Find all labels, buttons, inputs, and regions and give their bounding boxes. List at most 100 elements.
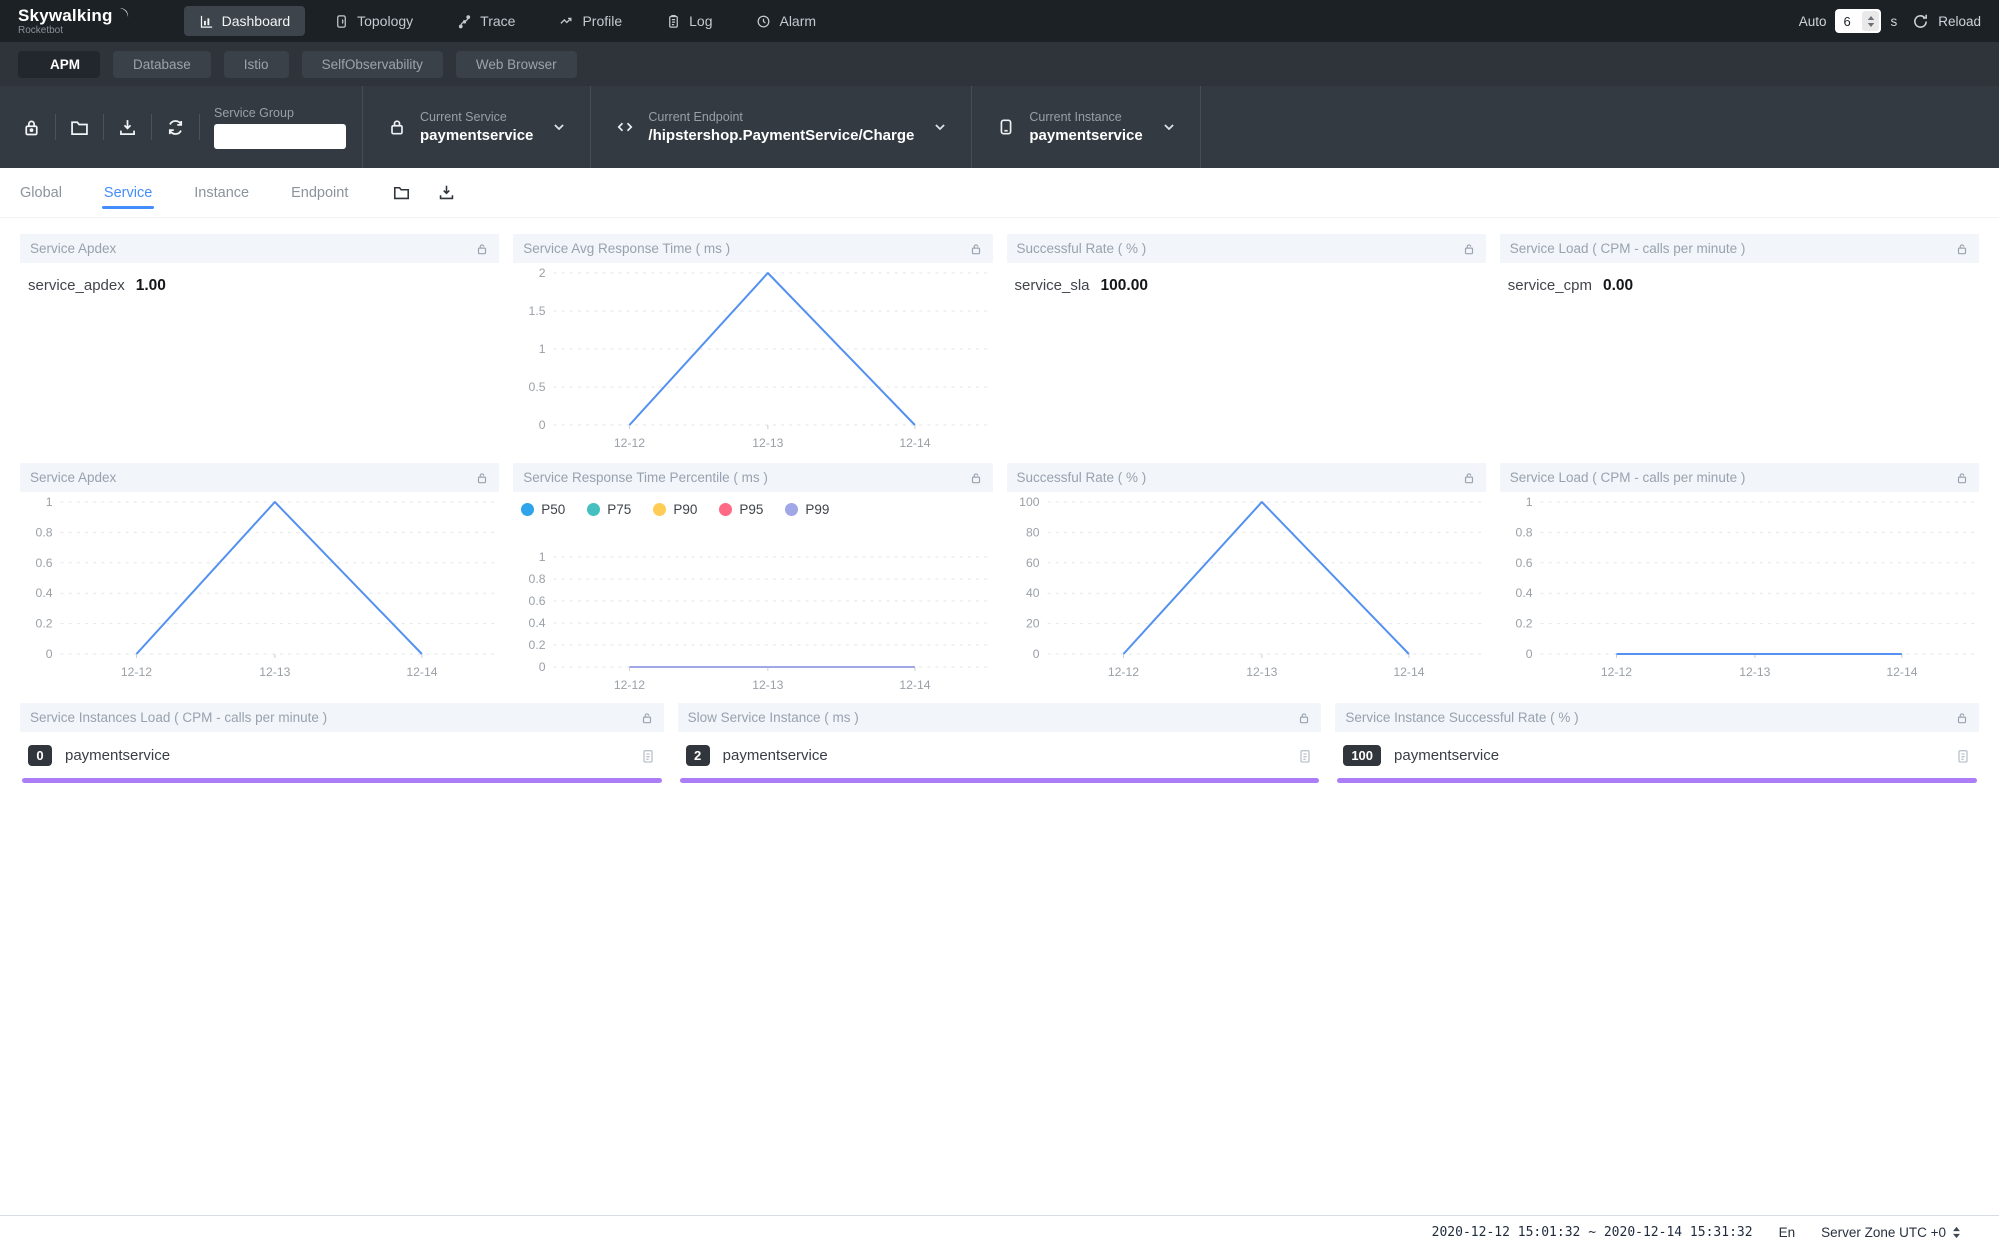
- unlock-icon[interactable]: [475, 471, 489, 485]
- legend-item-p75[interactable]: P75: [587, 502, 631, 517]
- svg-text:12-14: 12-14: [1886, 665, 1917, 679]
- group-tab-selfobservability[interactable]: SelfObservability: [302, 51, 443, 78]
- instance-value-badge: 0: [28, 745, 52, 766]
- instance-row[interactable]: 100paymentservice: [1335, 732, 1979, 766]
- legend-dot: [785, 503, 798, 516]
- nav-item-trace[interactable]: Trace: [442, 6, 530, 36]
- card-header[interactable]: Service Load ( CPM - calls per minute ): [1500, 234, 1979, 263]
- group-tab-web-browser[interactable]: Web Browser: [456, 51, 577, 78]
- auto-label: Auto: [1799, 14, 1827, 29]
- svg-text:0.2: 0.2: [529, 638, 546, 652]
- copy-icon[interactable]: [1297, 748, 1313, 764]
- legend-label: P95: [739, 502, 763, 517]
- current-instance-selector[interactable]: Current Instance paymentservice: [972, 86, 1199, 168]
- tab-endpoint[interactable]: Endpoint: [289, 171, 350, 215]
- svg-text:80: 80: [1025, 525, 1039, 539]
- card-header[interactable]: Service Response Time Percentile ( ms ): [513, 463, 992, 492]
- legend-item-p99[interactable]: P99: [785, 502, 829, 517]
- legend-item-p50[interactable]: P50: [521, 502, 565, 517]
- unlock-icon[interactable]: [640, 711, 654, 725]
- copy-icon[interactable]: [640, 748, 656, 764]
- group-tab-database[interactable]: Database: [113, 51, 211, 78]
- svg-text:12-14: 12-14: [900, 436, 931, 450]
- nav-item-profile[interactable]: Profile: [544, 6, 637, 36]
- nav-item-alarm[interactable]: Alarm: [741, 6, 831, 36]
- card-header[interactable]: Service Load ( CPM - calls per minute ): [1500, 463, 1979, 492]
- card-header[interactable]: Service Apdex: [20, 463, 499, 492]
- tab-instance[interactable]: Instance: [192, 171, 251, 215]
- card-header[interactable]: Service Instances Load ( CPM - calls per…: [20, 703, 664, 732]
- interval-stepper[interactable]: [1862, 11, 1879, 31]
- reload-icon[interactable]: [1912, 13, 1929, 30]
- instance-row[interactable]: 0 paymentservice: [20, 732, 664, 766]
- auto-reload-interval-input[interactable]: 6: [1835, 9, 1881, 33]
- card-title: Service Apdex: [30, 241, 116, 256]
- time-range-picker[interactable]: 2020-12-12 15:01:32 ~ 2020-12-14 15:31:3…: [1432, 1225, 1753, 1240]
- nav-item-label: Alarm: [779, 13, 816, 29]
- instance-name: paymentservice: [723, 747, 828, 764]
- card-header[interactable]: Service Instance Successful Rate ( % ): [1335, 703, 1979, 732]
- svg-text:0.4: 0.4: [1515, 586, 1532, 600]
- metric-body: service_cpm0.00: [1500, 263, 1979, 309]
- metric-label: service_cpm: [1508, 277, 1592, 294]
- unlock-icon[interactable]: [1462, 242, 1476, 256]
- tab-service[interactable]: Service: [102, 171, 154, 215]
- tab-global[interactable]: Global: [18, 171, 64, 215]
- timezone-stepper[interactable]: [1952, 1226, 1961, 1239]
- unlock-icon[interactable]: [1955, 711, 1969, 725]
- card-title: Successful Rate ( % ): [1017, 241, 1147, 256]
- line-chart: 10080604020012-1212-1312-14: [1007, 492, 1486, 684]
- card-header[interactable]: Successful Rate ( % ): [1007, 463, 1486, 492]
- instance-row[interactable]: 2paymentservice: [678, 732, 1322, 766]
- service-group-input[interactable]: [214, 124, 346, 149]
- nav-item-log[interactable]: Log: [651, 6, 727, 36]
- folder-icon[interactable]: [392, 183, 411, 202]
- unlock-icon[interactable]: [1955, 471, 1969, 485]
- card-header[interactable]: Successful Rate ( % ): [1007, 234, 1486, 263]
- card-successful-rate: Successful Rate ( % )10080604020012-1212…: [1007, 463, 1486, 697]
- legend-item-p90[interactable]: P90: [653, 502, 697, 517]
- current-service-selector[interactable]: Current Service paymentservice: [363, 86, 590, 168]
- import-icon[interactable]: [104, 117, 151, 138]
- card-header[interactable]: Service Apdex: [20, 234, 499, 263]
- card-title: Service Load ( CPM - calls per minute ): [1510, 241, 1746, 256]
- legend-item-p95[interactable]: P95: [719, 502, 763, 517]
- unlock-icon[interactable]: [475, 242, 489, 256]
- folder-icon[interactable]: [56, 117, 103, 138]
- unlock-icon[interactable]: [1462, 471, 1476, 485]
- server-zone-label: Server Zone UTC +0: [1821, 1225, 1946, 1240]
- copy-icon[interactable]: [1955, 748, 1971, 764]
- current-endpoint-selector[interactable]: Current Endpoint /hipstershop.PaymentSer…: [591, 86, 971, 168]
- service-group-field: Service Group: [200, 86, 362, 168]
- language-toggle[interactable]: En: [1779, 1225, 1796, 1240]
- card-header[interactable]: Service Avg Response Time ( ms ): [513, 234, 992, 263]
- crescent-logo-icon: [116, 7, 132, 23]
- nav-item-dashboard[interactable]: Dashboard: [184, 6, 306, 36]
- group-tab-apm[interactable]: APM: [18, 51, 100, 78]
- svg-text:0.6: 0.6: [1515, 556, 1532, 570]
- nav-item-label: Topology: [357, 13, 413, 29]
- svg-text:0: 0: [1032, 647, 1039, 661]
- import-icon[interactable]: [437, 183, 456, 202]
- chevron-down-icon: [1162, 120, 1176, 134]
- svg-text:12-14: 12-14: [406, 665, 437, 679]
- reload-label[interactable]: Reload: [1938, 14, 1981, 29]
- unlock-icon[interactable]: [1955, 242, 1969, 256]
- card-service-instances-load-cpm-calls-per-minute: Service Instances Load ( CPM - calls per…: [20, 703, 664, 783]
- unlock-icon[interactable]: [969, 471, 983, 485]
- unlock-icon[interactable]: [969, 242, 983, 256]
- instance-value-badge: 100: [1343, 745, 1381, 766]
- toolbar-icon-group: [0, 86, 200, 168]
- card-header[interactable]: Slow Service Instance ( ms ): [678, 703, 1322, 732]
- dashboard-toolbar: Service Group Current Service paymentser…: [0, 86, 1999, 168]
- group-tab-istio[interactable]: Istio: [224, 51, 289, 78]
- top-navbar: Skywalking Rocketbot Dashboard Topology …: [0, 0, 1999, 42]
- instance-name: paymentservice: [65, 747, 170, 764]
- svg-text:12-13: 12-13: [753, 436, 784, 450]
- unlock-icon[interactable]: [1297, 711, 1311, 725]
- nav-item-topology[interactable]: Topology: [319, 6, 428, 36]
- refresh-icon[interactable]: [152, 117, 199, 138]
- metric-body: service_apdex1.00: [20, 263, 499, 309]
- lock-icon[interactable]: [8, 117, 55, 138]
- svg-text:12-12: 12-12: [614, 436, 645, 450]
